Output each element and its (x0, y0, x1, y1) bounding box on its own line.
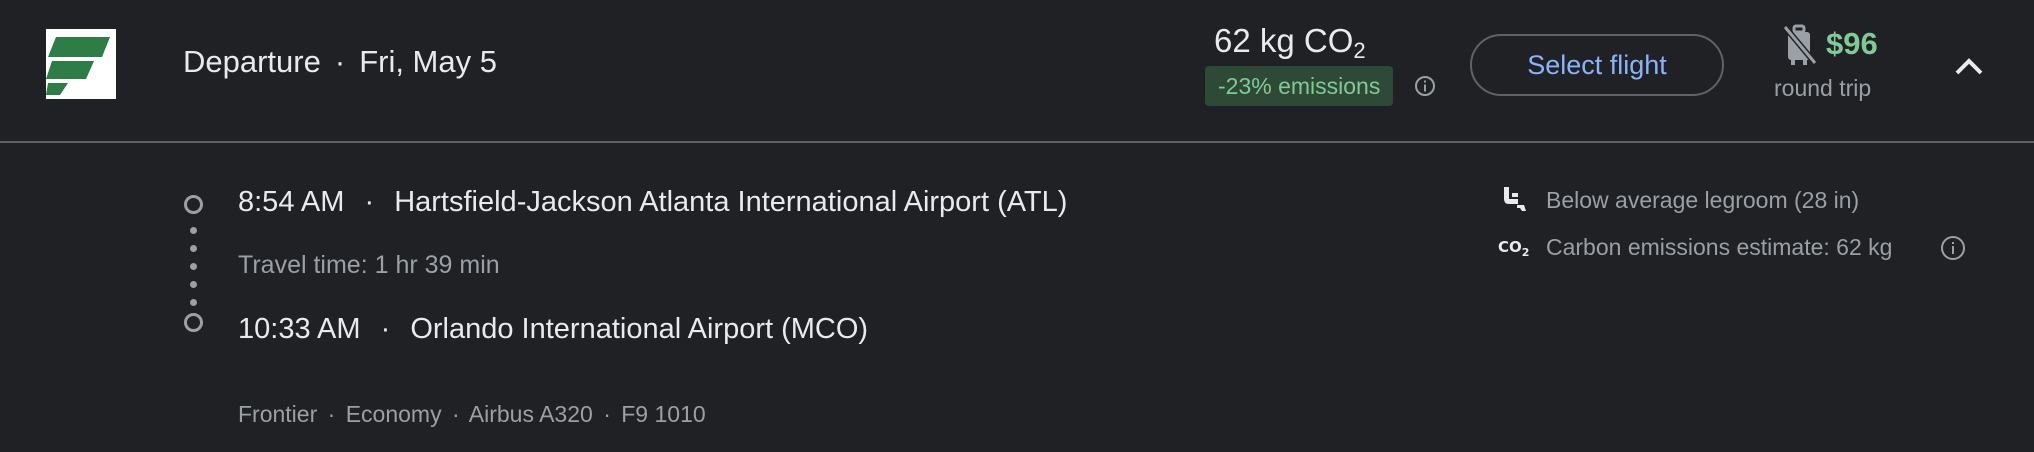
chevron-up-icon[interactable] (1952, 50, 1986, 85)
arrival-timeline-circle (184, 313, 203, 332)
flight-price: $96 (1826, 26, 1878, 61)
price-type: round trip (1774, 75, 1872, 101)
departure-line: 8:54 AM · Hartsfield-Jackson Atlanta Int… (238, 186, 1067, 219)
flight-header[interactable]: Departure · Fri, May 5 62 kg CO2 -23% em… (0, 0, 2034, 143)
co2-icon-text: CO (1498, 238, 1522, 256)
legroom-info: Below average legroom (28 in) (1546, 187, 1860, 213)
timeline-dot (190, 245, 197, 252)
departure-timeline-circle (184, 195, 203, 214)
arrival-airport: Orlando International Airport (MCO) (410, 313, 869, 345)
select-flight-button[interactable]: Select flight (1470, 34, 1724, 96)
carbon-estimate: Carbon emissions estimate: 62 kg (1546, 234, 1893, 260)
travel-time: Travel time: 1 hr 39 min (238, 251, 500, 279)
arrival-line: 10:33 AM · Orlando International Airport… (238, 313, 868, 346)
timeline-dot (190, 281, 197, 288)
details-separator: · (603, 401, 611, 427)
cabin-class: Economy (345, 401, 442, 427)
co2-total: 62 kg CO2 (1214, 22, 1366, 64)
flight-title: Departure · Fri, May 5 (183, 44, 497, 80)
departure-time: 8:54 AM (238, 186, 345, 218)
aircraft-type: Airbus A320 (468, 401, 593, 427)
airline-logo (46, 29, 116, 99)
carbon-info-icon[interactable] (1940, 235, 1966, 266)
details-separator: · (451, 401, 460, 427)
details-separator: · (327, 401, 336, 427)
departure-separator: · (364, 186, 375, 218)
arrival-time: 10:33 AM (238, 313, 361, 345)
flight-date: Fri, May 5 (359, 44, 497, 79)
flight-details: Frontier · Economy · Airbus A320 · F9 10… (238, 401, 706, 428)
emissions-badge: -23% emissions (1205, 66, 1394, 106)
seat-legroom-icon (1500, 185, 1528, 218)
timeline-dot (190, 227, 197, 234)
frontier-logo-icon (46, 37, 110, 95)
info-icon[interactable] (1414, 75, 1436, 102)
co2-icon-subscript: 2 (1521, 246, 1530, 259)
co2-subscript: 2 (1353, 38, 1366, 63)
title-separator: · (334, 44, 346, 79)
departure-airport: Hartsfield-Jackson Atlanta International… (394, 186, 1068, 218)
arrival-separator: · (380, 313, 391, 345)
co2-value: 62 kg CO (1214, 22, 1354, 59)
direction-label: Departure (183, 44, 321, 79)
co2-icon: CO2 (1498, 238, 1529, 259)
flight-number: F9 1010 (621, 401, 706, 427)
timeline-dot (190, 299, 197, 306)
airline-name: Frontier (238, 401, 318, 427)
timeline-dot (190, 263, 197, 270)
no-carry-on-bag-icon (1782, 24, 1818, 71)
